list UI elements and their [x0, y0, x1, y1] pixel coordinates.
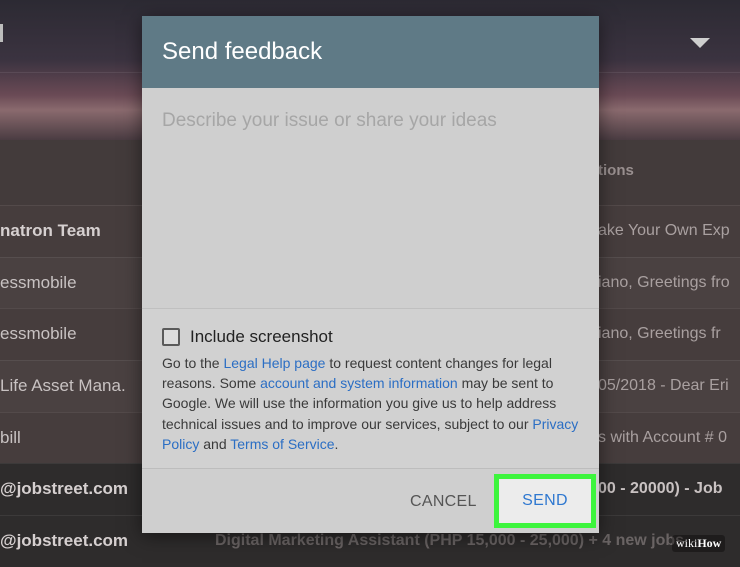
background-left-marker: [0, 24, 3, 42]
row-subject: 00 - 20000) - Job: [598, 480, 723, 498]
row-subject: iano, Greetings fr: [598, 325, 721, 343]
include-screenshot-checkbox[interactable]: [162, 328, 180, 346]
include-screenshot-label[interactable]: Include screenshot: [190, 327, 333, 347]
row-subject: Digital Marketing Assistant (PHP 15,000 …: [215, 532, 685, 550]
row-subject: iano, Greetings fro: [598, 273, 730, 291]
column-header-label: tions: [598, 162, 634, 179]
legal-notice: Go to the Legal Help page to request con…: [162, 353, 582, 454]
row-sender: essmobile: [0, 272, 77, 292]
legal-text: .: [334, 435, 339, 452]
row-subject: 05/2018 - Dear Eri: [598, 377, 729, 395]
row-subject: s with Account # 0: [598, 428, 727, 446]
cancel-button[interactable]: CANCEL: [410, 493, 477, 511]
legal-text: and: [199, 435, 231, 452]
legal-help-link[interactable]: Legal Help page: [223, 355, 325, 371]
feedback-input-area: [142, 88, 599, 308]
send-feedback-dialog: Send feedback Include screenshot Go to t…: [142, 16, 599, 533]
include-screenshot-option[interactable]: Include screenshot: [162, 327, 333, 347]
row-sender: essmobile: [0, 324, 77, 344]
watermark-wiki: wiki: [676, 536, 698, 550]
terms-of-service-link[interactable]: Terms of Service: [230, 436, 334, 452]
wikihow-watermark: wikiHow: [672, 535, 726, 552]
row-sender: @jobstreet.com: [0, 531, 129, 551]
row-sender: bill: [0, 427, 21, 447]
row-sender: Life Asset Mana.: [0, 376, 126, 396]
legal-text: Go to the: [162, 355, 224, 371]
watermark-how: How: [697, 536, 722, 550]
dialog-options: Include screenshot Go to the Legal Help …: [142, 308, 599, 469]
row-sender: natron Team: [0, 221, 101, 240]
send-button[interactable]: SEND: [494, 474, 596, 528]
row-subject: ake Your Own Exp: [598, 222, 730, 239]
dialog-title: Send feedback: [162, 38, 323, 65]
row-sender: @jobstreet.com: [0, 479, 129, 499]
account-info-link[interactable]: account and system information: [260, 375, 458, 391]
dialog-header: Send feedback: [142, 16, 599, 88]
feedback-textarea[interactable]: [142, 88, 599, 308]
chevron-down-icon[interactable]: [690, 38, 710, 48]
dialog-footer: CANCEL SEND: [142, 468, 599, 533]
